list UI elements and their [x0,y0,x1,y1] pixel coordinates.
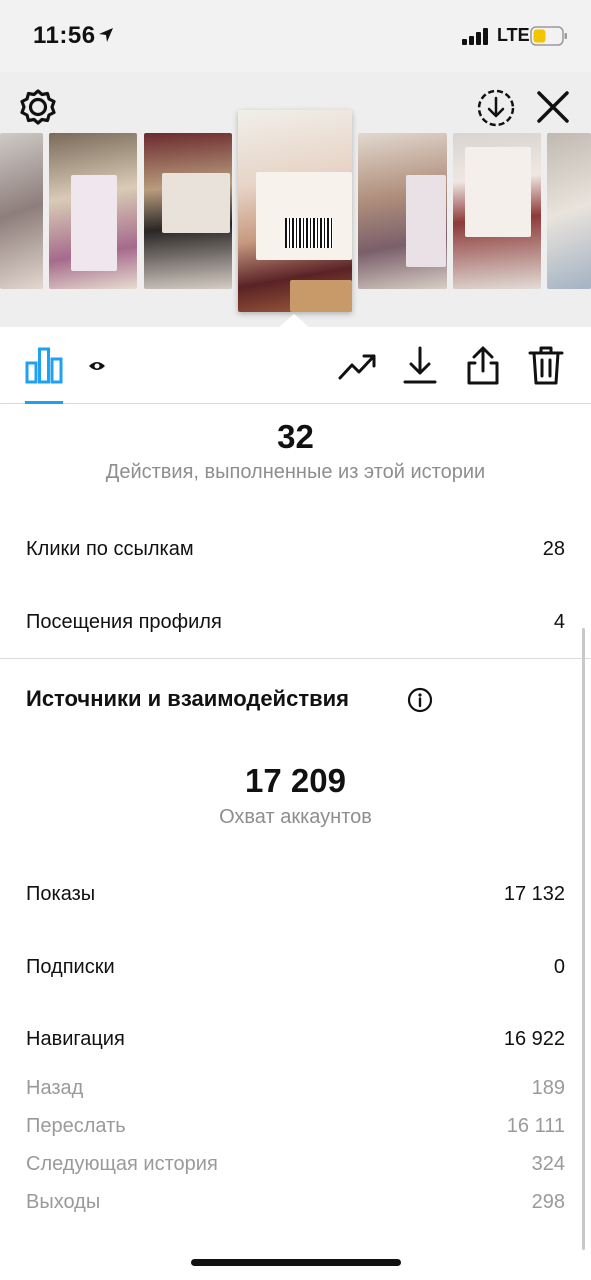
forward-value: 16 111 [506,1115,565,1137]
navigation-label: Навигация [26,1028,125,1050]
back-value: 189 [531,1077,565,1099]
share-icon[interactable] [465,344,501,386]
section-divider [0,658,591,659]
exits-label: Выходы [26,1191,101,1213]
bar-chart-icon[interactable] [25,346,63,384]
story-thumbnail[interactable] [49,133,137,289]
actions-count: 32 [277,418,314,455]
profile-visits-label: Посещения профиля [26,611,222,633]
story-thumbnail[interactable] [453,133,541,289]
story-thumbnail[interactable] [0,133,43,289]
forward-label: Переслать [26,1115,126,1137]
profile-visits-value: 4 [553,611,565,633]
story-thumbnail-selected[interactable] [238,110,352,312]
exits-value: 298 [531,1191,565,1213]
eye-icon[interactable] [88,359,106,373]
download-icon[interactable] [402,345,438,385]
close-icon[interactable] [534,88,572,126]
next-story-value: 324 [531,1153,565,1175]
active-tab-indicator [25,401,63,404]
follows-label: Подписки [26,956,115,978]
gear-icon[interactable] [19,88,57,126]
link-clicks-value: 28 [542,538,565,560]
status-time: 11:56 [33,22,96,49]
battery-icon [530,26,567,46]
next-story-label: Следующая история [26,1153,218,1175]
trending-up-icon[interactable] [338,350,378,382]
status-bar: 11:56 LTE [0,0,591,72]
navigation-value: 16 922 [503,1028,565,1050]
story-thumbnail[interactable] [547,133,591,289]
impressions-value: 17 132 [503,883,565,905]
location-arrow-icon [99,28,113,42]
back-label: Назад [26,1077,84,1099]
scrollbar[interactable] [582,628,585,1250]
link-clicks-label: Клики по ссылкам [26,538,194,560]
reach-count: 17 209 [245,762,346,799]
impressions-label: Показы [26,883,96,905]
info-icon[interactable] [407,687,433,713]
reach-caption: Охват аккаунтов [219,806,372,828]
signal-icon [462,27,492,45]
section-title: Источники и взаимодействия [26,686,349,711]
network-type: LTE [497,25,530,45]
actions-caption: Действия, выполненные из этой истории [105,461,486,483]
follows-value: 0 [553,956,565,978]
story-thumbnail[interactable] [358,133,447,289]
download-circle-icon[interactable] [476,88,516,128]
selected-story-pointer [278,314,310,328]
trash-icon[interactable] [527,344,565,386]
home-indicator[interactable] [191,1259,401,1266]
story-thumbnail[interactable] [144,133,232,289]
barcode-image [285,218,333,248]
